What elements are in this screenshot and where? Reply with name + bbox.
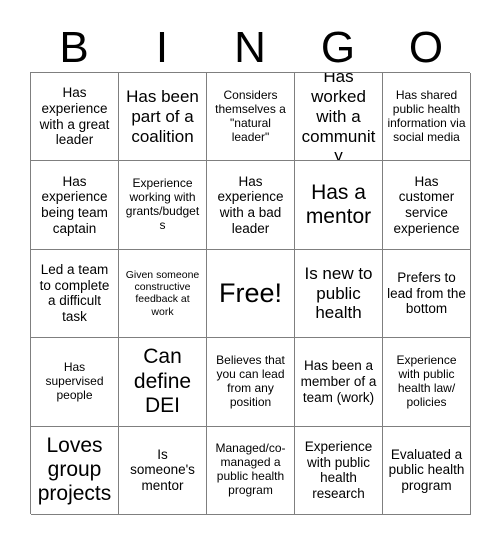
bingo-cell-label: Managed/co-managed a public health progr…	[215, 441, 286, 498]
bingo-cell-r1-c4[interactable]: Has worked with a community	[295, 73, 383, 162]
bingo-cell-label: Believes that you can lead from any posi…	[216, 353, 285, 409]
bingo-header-letter-b: B	[59, 23, 89, 72]
bingo-cell-r1-c5[interactable]: Has shared public health information via…	[383, 73, 471, 162]
bingo-cell-r1-c3[interactable]: Considers themselves a "natural leader"	[207, 73, 295, 162]
bingo-cell-r4-c1[interactable]: Has supervised people	[31, 338, 119, 427]
bingo-cell-label: Has supervised people	[45, 360, 104, 402]
bingo-header-letter-n: N	[234, 23, 266, 72]
bingo-cell-r4-c4[interactable]: Has been a member of a team (work)	[295, 338, 383, 427]
bingo-cell-label: Experience with public health law/ polic…	[396, 353, 457, 409]
bingo-cell-r5-c1[interactable]: Loves group projects	[31, 426, 119, 515]
bingo-cell-label: Has been a member of a team (work)	[300, 358, 377, 405]
bingo-cell-label: Loves group projects	[37, 433, 112, 506]
bingo-cell-r3-c1[interactable]: Led a team to complete a difficult task	[31, 249, 119, 339]
bingo-cell-label: Given someone constructive feedback at w…	[125, 269, 200, 318]
bingo-cell-label: Has experience being team captain	[41, 173, 108, 236]
bingo-cell-r3-c4[interactable]: Is new to public health	[295, 249, 383, 339]
bingo-cell-label: Considers themselves a "natural leader"	[215, 87, 286, 144]
bingo-header-letter-g: G	[320, 23, 356, 72]
bingo-cell-label: Has experience with a bad leader	[217, 173, 284, 236]
bingo-card: B I N G O Has experience with a great le…	[0, 0, 500, 544]
bingo-cell-label: Free!	[218, 277, 283, 308]
bingo-cell-label: Experience working with grants/budgets	[125, 176, 200, 232]
bingo-cell-r4-c5[interactable]: Experience with public health law/ polic…	[383, 338, 471, 427]
bingo-cell-label: Evaluated a public health program	[388, 446, 465, 494]
bingo-header-letter-i: I	[155, 23, 169, 72]
bingo-cell-r1-c1[interactable]: Has experience with a great leader	[31, 73, 119, 162]
bingo-cell-r5-c5[interactable]: Evaluated a public health program	[383, 426, 471, 515]
bingo-cell-r3-c2[interactable]: Given someone constructive feedback at w…	[119, 249, 207, 339]
bingo-cell-label: Has worked with a community	[301, 73, 376, 162]
bingo-cell-r2-c2[interactable]: Experience working with grants/budgets	[119, 161, 207, 250]
bingo-cell-label: Can define DEI	[133, 345, 192, 418]
bingo-cell-label: Led a team to complete a difficult task	[39, 262, 110, 325]
bingo-cell-r5-c3[interactable]: Managed/co-managed a public health progr…	[207, 426, 295, 515]
bingo-cell-label: Has customer service experience	[393, 173, 460, 236]
bingo-grid: Has experience with a great leader Has be…	[30, 72, 471, 515]
bingo-cell-r5-c4[interactable]: Experience with public health research	[295, 426, 383, 515]
bingo-cell-r2-c1[interactable]: Has experience being team captain	[31, 161, 119, 250]
bingo-cell-label: Has a mentor	[305, 180, 372, 229]
bingo-cell-label: Is someone's mentor	[130, 446, 195, 494]
bingo-cell-r4-c2[interactable]: Can define DEI	[119, 338, 207, 427]
bingo-cell-label: Has experience with a great leader	[39, 85, 110, 148]
bingo-header: B I N G O	[30, 18, 470, 72]
bingo-cell-label: Is new to public health	[304, 263, 373, 323]
bingo-cell-r4-c3[interactable]: Believes that you can lead from any posi…	[207, 338, 295, 427]
bingo-cell-r2-c3[interactable]: Has experience with a bad leader	[207, 161, 295, 250]
bingo-cell-label: Has been part of a coalition	[126, 87, 199, 146]
bingo-cell-r2-c5[interactable]: Has customer service experience	[383, 161, 471, 250]
bingo-cell-label: Prefers to lead from the bottom	[387, 269, 466, 317]
bingo-cell-r5-c2[interactable]: Is someone's mentor	[119, 426, 207, 515]
bingo-cell-label: Experience with public health research	[304, 438, 373, 501]
bingo-free-cell-r3-c3[interactable]: Free!	[207, 249, 295, 339]
bingo-header-letter-o: O	[408, 23, 444, 72]
bingo-cell-r3-c5[interactable]: Prefers to lead from the bottom	[383, 249, 471, 339]
bingo-cell-r1-c2[interactable]: Has been part of a coalition	[119, 73, 207, 162]
bingo-cell-r2-c4[interactable]: Has a mentor	[295, 161, 383, 250]
bingo-cell-label: Has shared public health information via…	[387, 87, 466, 144]
